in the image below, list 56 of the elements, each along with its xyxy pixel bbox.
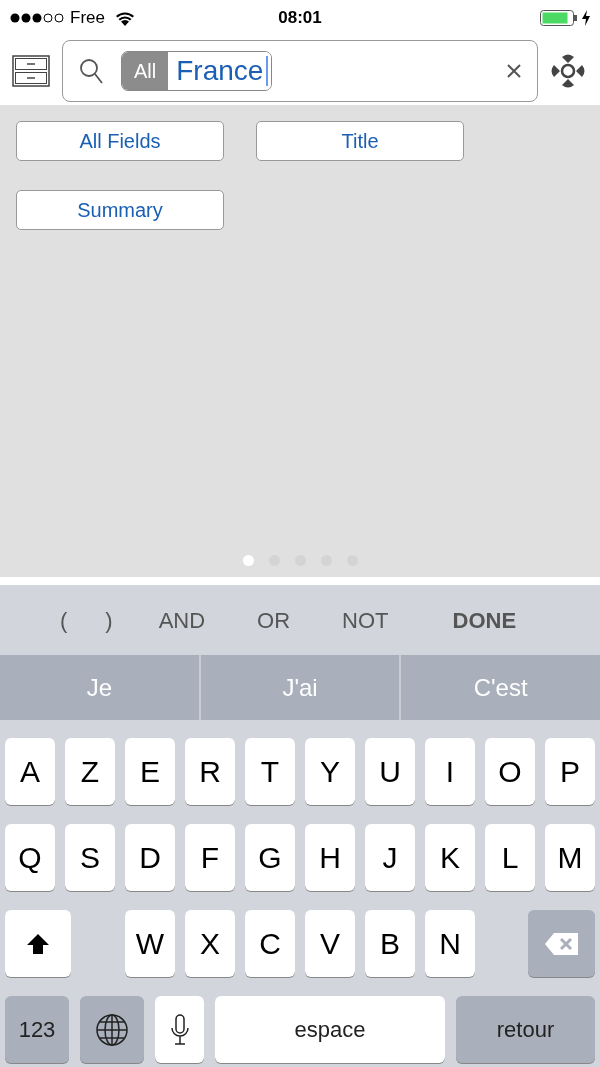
backspace-icon <box>543 931 580 956</box>
letter-key[interactable]: W <box>125 910 175 977</box>
globe-icon <box>95 1012 129 1047</box>
operator-key[interactable]: ) <box>105 603 113 637</box>
letter-key[interactable]: Y <box>305 738 355 805</box>
letter-key[interactable]: E <box>125 738 175 805</box>
search-field[interactable]: All France <box>62 39 538 102</box>
wifi-icon <box>114 10 135 26</box>
letter-key[interactable]: U <box>365 738 415 805</box>
letter-key[interactable]: Z <box>65 738 115 805</box>
dictation-key[interactable] <box>155 996 204 1063</box>
letter-key[interactable]: G <box>245 824 295 891</box>
letter-key[interactable]: A <box>5 738 55 805</box>
operator-key[interactable]: NOT <box>342 603 389 637</box>
charging-icon <box>582 10 590 26</box>
letter-key[interactable]: X <box>185 910 235 977</box>
shift-key[interactable] <box>5 910 71 977</box>
microphone-icon <box>170 1013 189 1046</box>
operator-key[interactable]: OR <box>257 603 291 637</box>
battery-icon <box>540 10 578 26</box>
done-key[interactable]: DONE <box>452 603 517 637</box>
letter-key[interactable]: I <box>425 738 475 805</box>
operator-key[interactable]: ( <box>60 603 68 637</box>
letter-key[interactable]: V <box>305 910 355 977</box>
letter-key[interactable]: N <box>425 910 475 977</box>
clear-icon[interactable] <box>507 63 521 78</box>
letter-key[interactable]: D <box>125 824 175 891</box>
target-icon[interactable] <box>550 52 586 89</box>
signal-icon <box>10 13 64 23</box>
letter-key[interactable]: K <box>425 824 475 891</box>
number-key[interactable]: 123 <box>5 996 69 1063</box>
shift-arrow-icon <box>26 932 50 955</box>
field-button[interactable]: Summary <box>16 190 224 230</box>
letter-key[interactable]: H <box>305 824 355 891</box>
space-key[interactable]: espace <box>215 996 445 1063</box>
carrier-name: Free <box>70 7 105 30</box>
letter-key[interactable]: P <box>545 738 595 805</box>
globe-key[interactable] <box>80 996 144 1063</box>
letter-key[interactable]: R <box>185 738 235 805</box>
search-icon <box>79 57 103 84</box>
field-button[interactable]: Title <box>256 121 464 161</box>
letter-key[interactable]: B <box>365 910 415 977</box>
letter-key[interactable]: S <box>65 824 115 891</box>
letter-key[interactable]: Q <box>5 824 55 891</box>
return-key[interactable]: retour <box>456 996 595 1063</box>
letter-key[interactable]: L <box>485 824 535 891</box>
drawer-cabinet-icon[interactable] <box>12 54 50 87</box>
letter-key[interactable]: O <box>485 738 535 805</box>
field-button[interactable]: All Fields <box>16 121 224 161</box>
letter-key[interactable]: T <box>245 738 295 805</box>
operator-key[interactable]: AND <box>158 603 206 637</box>
letter-key[interactable]: M <box>545 824 595 891</box>
status-time: 08:01 <box>278 7 322 30</box>
letter-key[interactable]: F <box>185 824 235 891</box>
letter-key[interactable]: J <box>365 824 415 891</box>
letter-key[interactable]: C <box>245 910 295 977</box>
